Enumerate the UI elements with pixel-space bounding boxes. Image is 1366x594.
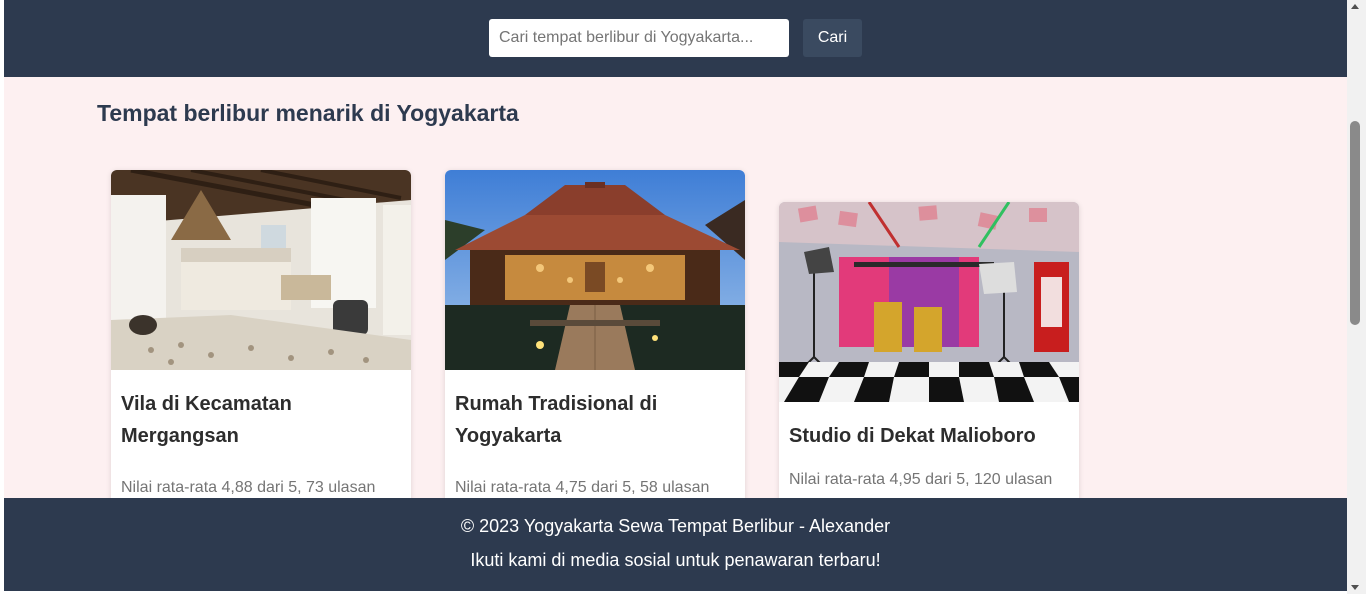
traditional-house-image bbox=[445, 170, 745, 370]
section-title: Tempat berlibur menarik di Yogyakarta bbox=[97, 100, 519, 126]
villa-bedroom-image bbox=[111, 170, 411, 370]
card-rating: Nilai rata-rata 4,95 dari 5, 120 ulasan bbox=[789, 471, 1053, 488]
header: Cari bbox=[4, 0, 1347, 77]
vertical-scrollbar[interactable] bbox=[1347, 0, 1366, 594]
card-title[interactable]: Studio di Dekat Malioboro bbox=[779, 420, 1079, 452]
card-rating: Nilai rata-rata 4,75 dari 5, 58 ulasan bbox=[455, 479, 710, 496]
listing-card-traditional-house[interactable]: Rumah Tradisional di Yogyakarta Nilai ra… bbox=[445, 170, 745, 510]
scroll-up-arrow-icon[interactable] bbox=[1351, 4, 1359, 9]
studio-image bbox=[779, 202, 1079, 402]
footer: © 2023 Yogyakarta Sewa Tempat Berlibur -… bbox=[4, 498, 1347, 591]
footer-social-text: Ikuti kami di media sosial untuk penawar… bbox=[470, 550, 881, 570]
listing-card-studio[interactable]: Studio di Dekat Malioboro Nilai rata-rat… bbox=[779, 202, 1079, 512]
listing-card-villa[interactable]: Vila di Kecamatan Mergangsan Nilai rata-… bbox=[111, 170, 411, 510]
search-input[interactable] bbox=[489, 19, 789, 57]
search-button[interactable]: Cari bbox=[803, 19, 862, 57]
card-title[interactable]: Vila di Kecamatan Mergangsan bbox=[111, 388, 411, 452]
footer-copyright: © 2023 Yogyakarta Sewa Tempat Berlibur -… bbox=[460, 516, 891, 536]
card-title[interactable]: Rumah Tradisional di Yogyakarta bbox=[445, 388, 745, 452]
scroll-down-arrow-icon[interactable] bbox=[1351, 585, 1359, 590]
card-rating: Nilai rata-rata 4,88 dari 5, 73 ulasan bbox=[121, 479, 376, 496]
page: Cari Tempat berlibur menarik di Yogyakar… bbox=[4, 0, 1347, 591]
scrollbar-thumb[interactable] bbox=[1350, 121, 1360, 325]
